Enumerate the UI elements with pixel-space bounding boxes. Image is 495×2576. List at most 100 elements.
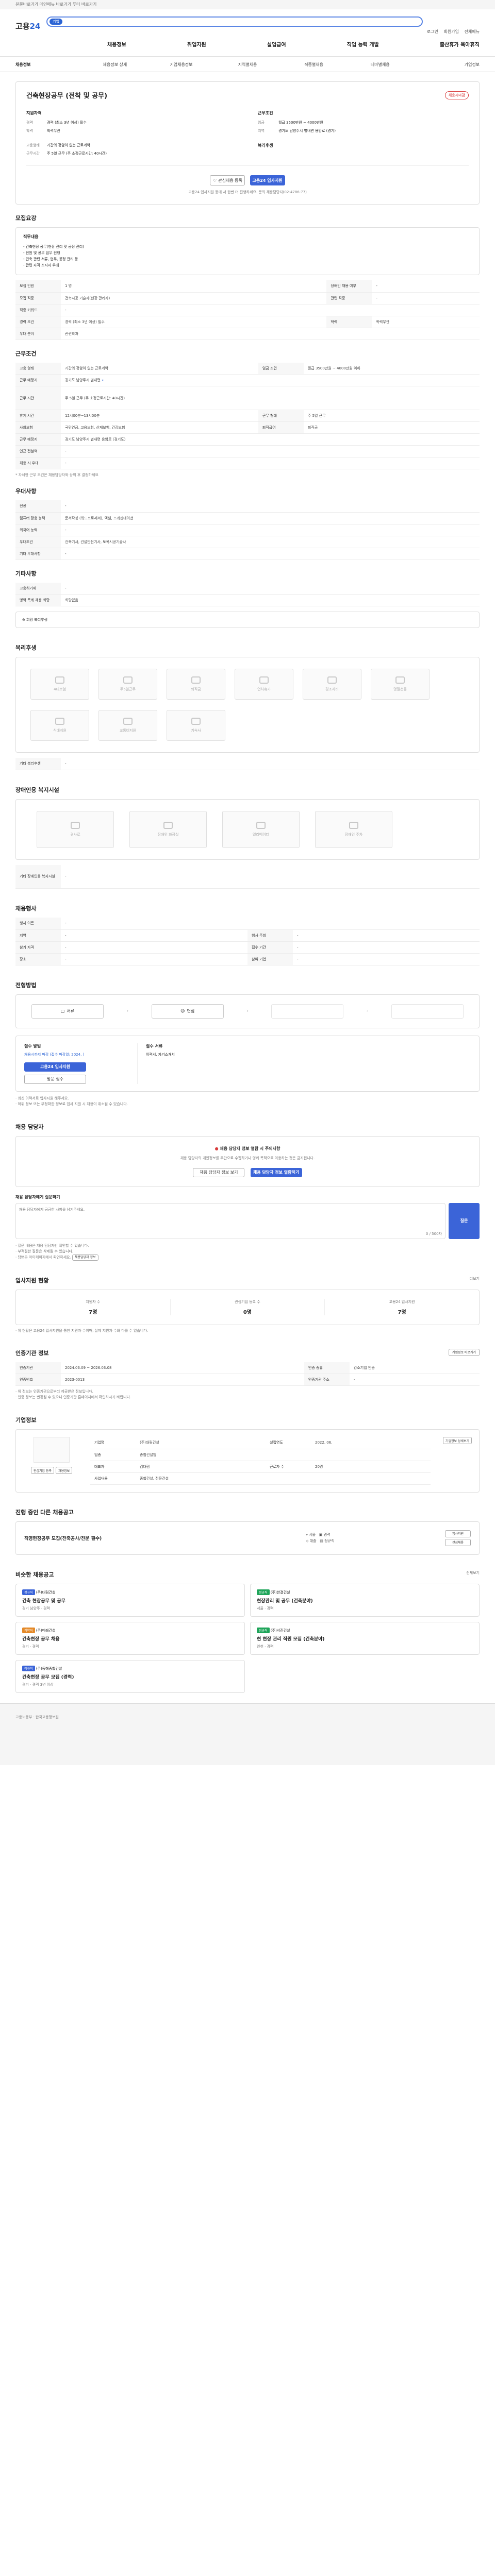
table-row: 인증번호 2023-0013 인증기관 주소 - [15, 1374, 480, 1386]
stats-note: · 위 현황은 고용24 입사지원을 통한 지원자 수이며, 실제 지원자 수와… [15, 1328, 148, 1333]
stats-box: 지원자 수 7명 관심기업 등록 수 0명 고용24 입사지원 7명 [15, 1289, 480, 1325]
search-scope-tag[interactable]: 기업 [50, 19, 62, 25]
deadline-badge: 채용시마감 [444, 91, 469, 99]
ramp-icon [71, 821, 80, 829]
lnb-item[interactable]: 채용정보 [15, 62, 82, 67]
prefs-table: 전공 - 컴퓨터 활용 능력 문서작성 (워드프로세서), 엑셀, 프레젠테이션 외… [15, 500, 480, 560]
section-title: 전형방법 [15, 981, 37, 989]
summary-value: 주 5일 근무 (주 소정근로시간: 40시간) [47, 151, 107, 156]
company-detail-button[interactable]: 기업정보 상세보기 [442, 1437, 472, 1444]
apply-button[interactable]: 고용24 입사지원 [250, 175, 285, 185]
question-submit-button[interactable]: 질문 [449, 1202, 480, 1239]
job-tag: 서울 [309, 1533, 316, 1537]
skip-links-text[interactable]: 본문바로가기 메인메뉴 바로가기 푸터 바로가기 [15, 2, 96, 7]
apply-online-button[interactable]: 고용24 입사지원 [24, 1062, 86, 1072]
similar-title[interactable]: 건축현장 공무 채용 [22, 1635, 238, 1642]
row-value: - [61, 865, 480, 889]
other-job-title[interactable]: 직영현장공무 모집(전축공사/전문 필수) [24, 1535, 306, 1541]
lnb-item[interactable]: 직종별채용 [280, 62, 347, 67]
welfare-item: 식대지원 [30, 710, 89, 741]
other-apply-button[interactable]: 입사지원 [445, 1530, 471, 1537]
login-link[interactable]: 로그인 [427, 29, 438, 34]
row-key: 우대조건 [15, 536, 61, 548]
similar-title[interactable]: 건축 현장공무 및 공무 [22, 1597, 238, 1604]
similar-card[interactable]: 정규직 (주)동해종합건설 건축현장 공무 모집 (경력) 경기 · 경력 3년… [15, 1659, 245, 1693]
row-value: - [61, 500, 480, 513]
welfare-foot: 기타 복리후생 - [15, 758, 480, 770]
etc-table: 고용허가제 - 병역 특례 채용 희망 희망없음 [15, 582, 480, 606]
lnb-item[interactable]: 지역별채용 [214, 62, 281, 67]
stat-label: 고용24 입사지원 [389, 1299, 415, 1304]
lnb-item[interactable]: 채용정보 상세 [82, 62, 148, 67]
type-badge: 계약직 [22, 1627, 35, 1633]
org-note: · 인증 정보는 변경될 수 있으니 인증기관 홈페이지에서 확인하시기 바랍니… [15, 1395, 131, 1399]
company-jobs-button[interactable]: 채용정보 [56, 1467, 73, 1474]
welfare-item: 기숙사 [167, 710, 225, 741]
row-value: 1 명 [61, 280, 327, 293]
row-key: 병역 특례 채용 희망 [15, 594, 61, 606]
search-input[interactable]: 기업 [46, 16, 423, 27]
table-row: 휴게 시간 12시00분~13시00분 근무 형태 주 5일 근무 [15, 410, 480, 422]
house-icon [191, 718, 201, 725]
lnb-item[interactable]: 테마별채용 [347, 62, 414, 67]
table-row: 모집 직종 건축시공 기술자(현장 관리자) 관련 직종 - [15, 292, 480, 304]
table-row: 행사 이름 - [15, 918, 480, 930]
arrow-right-icon: › [246, 1008, 249, 1014]
summary-right: 근무조건 임금 월급 3500만원 ~ 4000만원 지역 경기도 남양주시 별내면… [258, 110, 469, 156]
other-save-button[interactable]: 관심채용 [445, 1538, 471, 1546]
org-section: 인증기관 정보 기업정보 바로가기 인증기관 2024.03.09 ~ 2026.… [15, 1348, 480, 1401]
question-textarea[interactable]: 채용 담당자에게 궁금한 사항을 남겨주세요. 0 / 500자 [15, 1202, 446, 1239]
similar-card[interactable]: 계약직 (주)미래건설 건축현장 공무 채용 경기 · 경력 [15, 1621, 245, 1655]
lnb-item[interactable]: 기업정보 [413, 62, 480, 67]
parking-icon [349, 821, 358, 829]
stats-section: 입사지원 현황 더보기 지원자 수 7명 관심기업 등록 수 0명 고용24 입사지… [15, 1276, 480, 1333]
menu-leave[interactable]: 출산휴가 육아휴직 [440, 40, 480, 48]
other-job-card[interactable]: 직영현장공무 모집(전축공사/전문 필수) ⌖ 서울 ▣ 경력 ◇ 대졸 ▤ 정… [15, 1521, 480, 1555]
stats-more-link[interactable]: 더보기 [470, 1276, 480, 1290]
other-jobs-section: 진행 중인 다른 채용공고 직영현장공무 모집(전축공사/전문 필수) ⌖ 서울… [15, 1508, 480, 1555]
similar-card[interactable]: 정규직 (주)서진건설 현 현장 관리 직원 모집 (건축분야) 인천 · 경력 [250, 1621, 480, 1655]
row-value: 경기도 남양주시 별내면 용암로 (경기도) [61, 433, 480, 446]
signup-link[interactable]: 회원가입 [444, 29, 459, 34]
visit-apply-button[interactable]: 방문 접수 [24, 1074, 86, 1084]
similar-card[interactable]: 정규직 (주)한결건설 현장관리 및 공무 (건축분야) 서울 · 경력 [250, 1583, 480, 1617]
menu-training[interactable]: 직업 능력 개발 [347, 40, 379, 48]
table-row: 기타 우대사항 - [15, 548, 480, 560]
restroom-icon [163, 821, 173, 829]
open-contact-button[interactable]: 채용 담당자 정보 열람하기 [250, 1167, 302, 1177]
similar-title[interactable]: 현장관리 및 공무 (건축분야) [257, 1597, 473, 1604]
row-value: 희망없음 [61, 594, 480, 606]
view-contact-button[interactable]: 채용 담당자 정보 보기 [193, 1167, 245, 1177]
apply-deadline: 채용시까지 마감 (접수 마감일: 2024. ) [24, 1052, 85, 1057]
map-pin-icon[interactable]: ⌖ [102, 378, 104, 382]
facility-item: 장애인 화장실 [129, 810, 207, 848]
save-job-button[interactable]: ♡ 관심채용 등록 [210, 175, 245, 185]
row-value: 건축시공 기술자(현장 관리자) [61, 292, 327, 304]
row-key: 임금 조건 [258, 362, 304, 375]
similar-card[interactable]: 정규직 (주)대림건설 건축 현장공무 및 공무 경기 남양주 · 경력 [15, 1583, 245, 1617]
lnb-item[interactable]: 기업채용정보 [148, 62, 214, 67]
arrow-right-icon: › [126, 1008, 129, 1014]
row-key: 퇴직급여 [258, 421, 304, 434]
row-value: - [61, 758, 480, 770]
org-link-button[interactable]: 기업정보 바로가기 [448, 1348, 480, 1356]
wallet-icon [191, 676, 201, 684]
menu-benefit[interactable]: 실업급여 [267, 40, 286, 48]
contact-warning-text: 채용 담당자 정보 열람 시 주의사항 [220, 1146, 280, 1151]
row-key: 전공 [15, 500, 61, 513]
row-value: 김대림 [136, 1461, 266, 1473]
welfare-item: 명절선물 [371, 669, 430, 700]
menu-jobs[interactable]: 채용정보 [107, 40, 126, 48]
similar-title[interactable]: 현 현장 관리 직원 모집 (건축분야) [257, 1635, 473, 1642]
menu-support[interactable]: 취업지원 [187, 40, 206, 48]
similar-more-link[interactable]: 전체보기 [466, 1570, 480, 1584]
duty-line: - 관련 자격 소지자 우대 [23, 263, 59, 267]
similar-title[interactable]: 건축현장 공무 모집 (경력) [22, 1673, 238, 1680]
contact-info-link[interactable]: 채용담당자 정보 [72, 1254, 98, 1261]
site-logo[interactable]: 고용24 [15, 21, 40, 31]
follow-company-button[interactable]: 관심기업 등록 [30, 1467, 54, 1474]
other-job-tags: ⌖ 서울 ▣ 경력 ◇ 대졸 ▤ 정규직 [306, 1532, 440, 1544]
all-menu-link[interactable]: 전체메뉴 [465, 29, 480, 34]
row-key: 고용 형태 [15, 362, 61, 375]
section-title: 채용 담당자 [15, 1123, 44, 1130]
